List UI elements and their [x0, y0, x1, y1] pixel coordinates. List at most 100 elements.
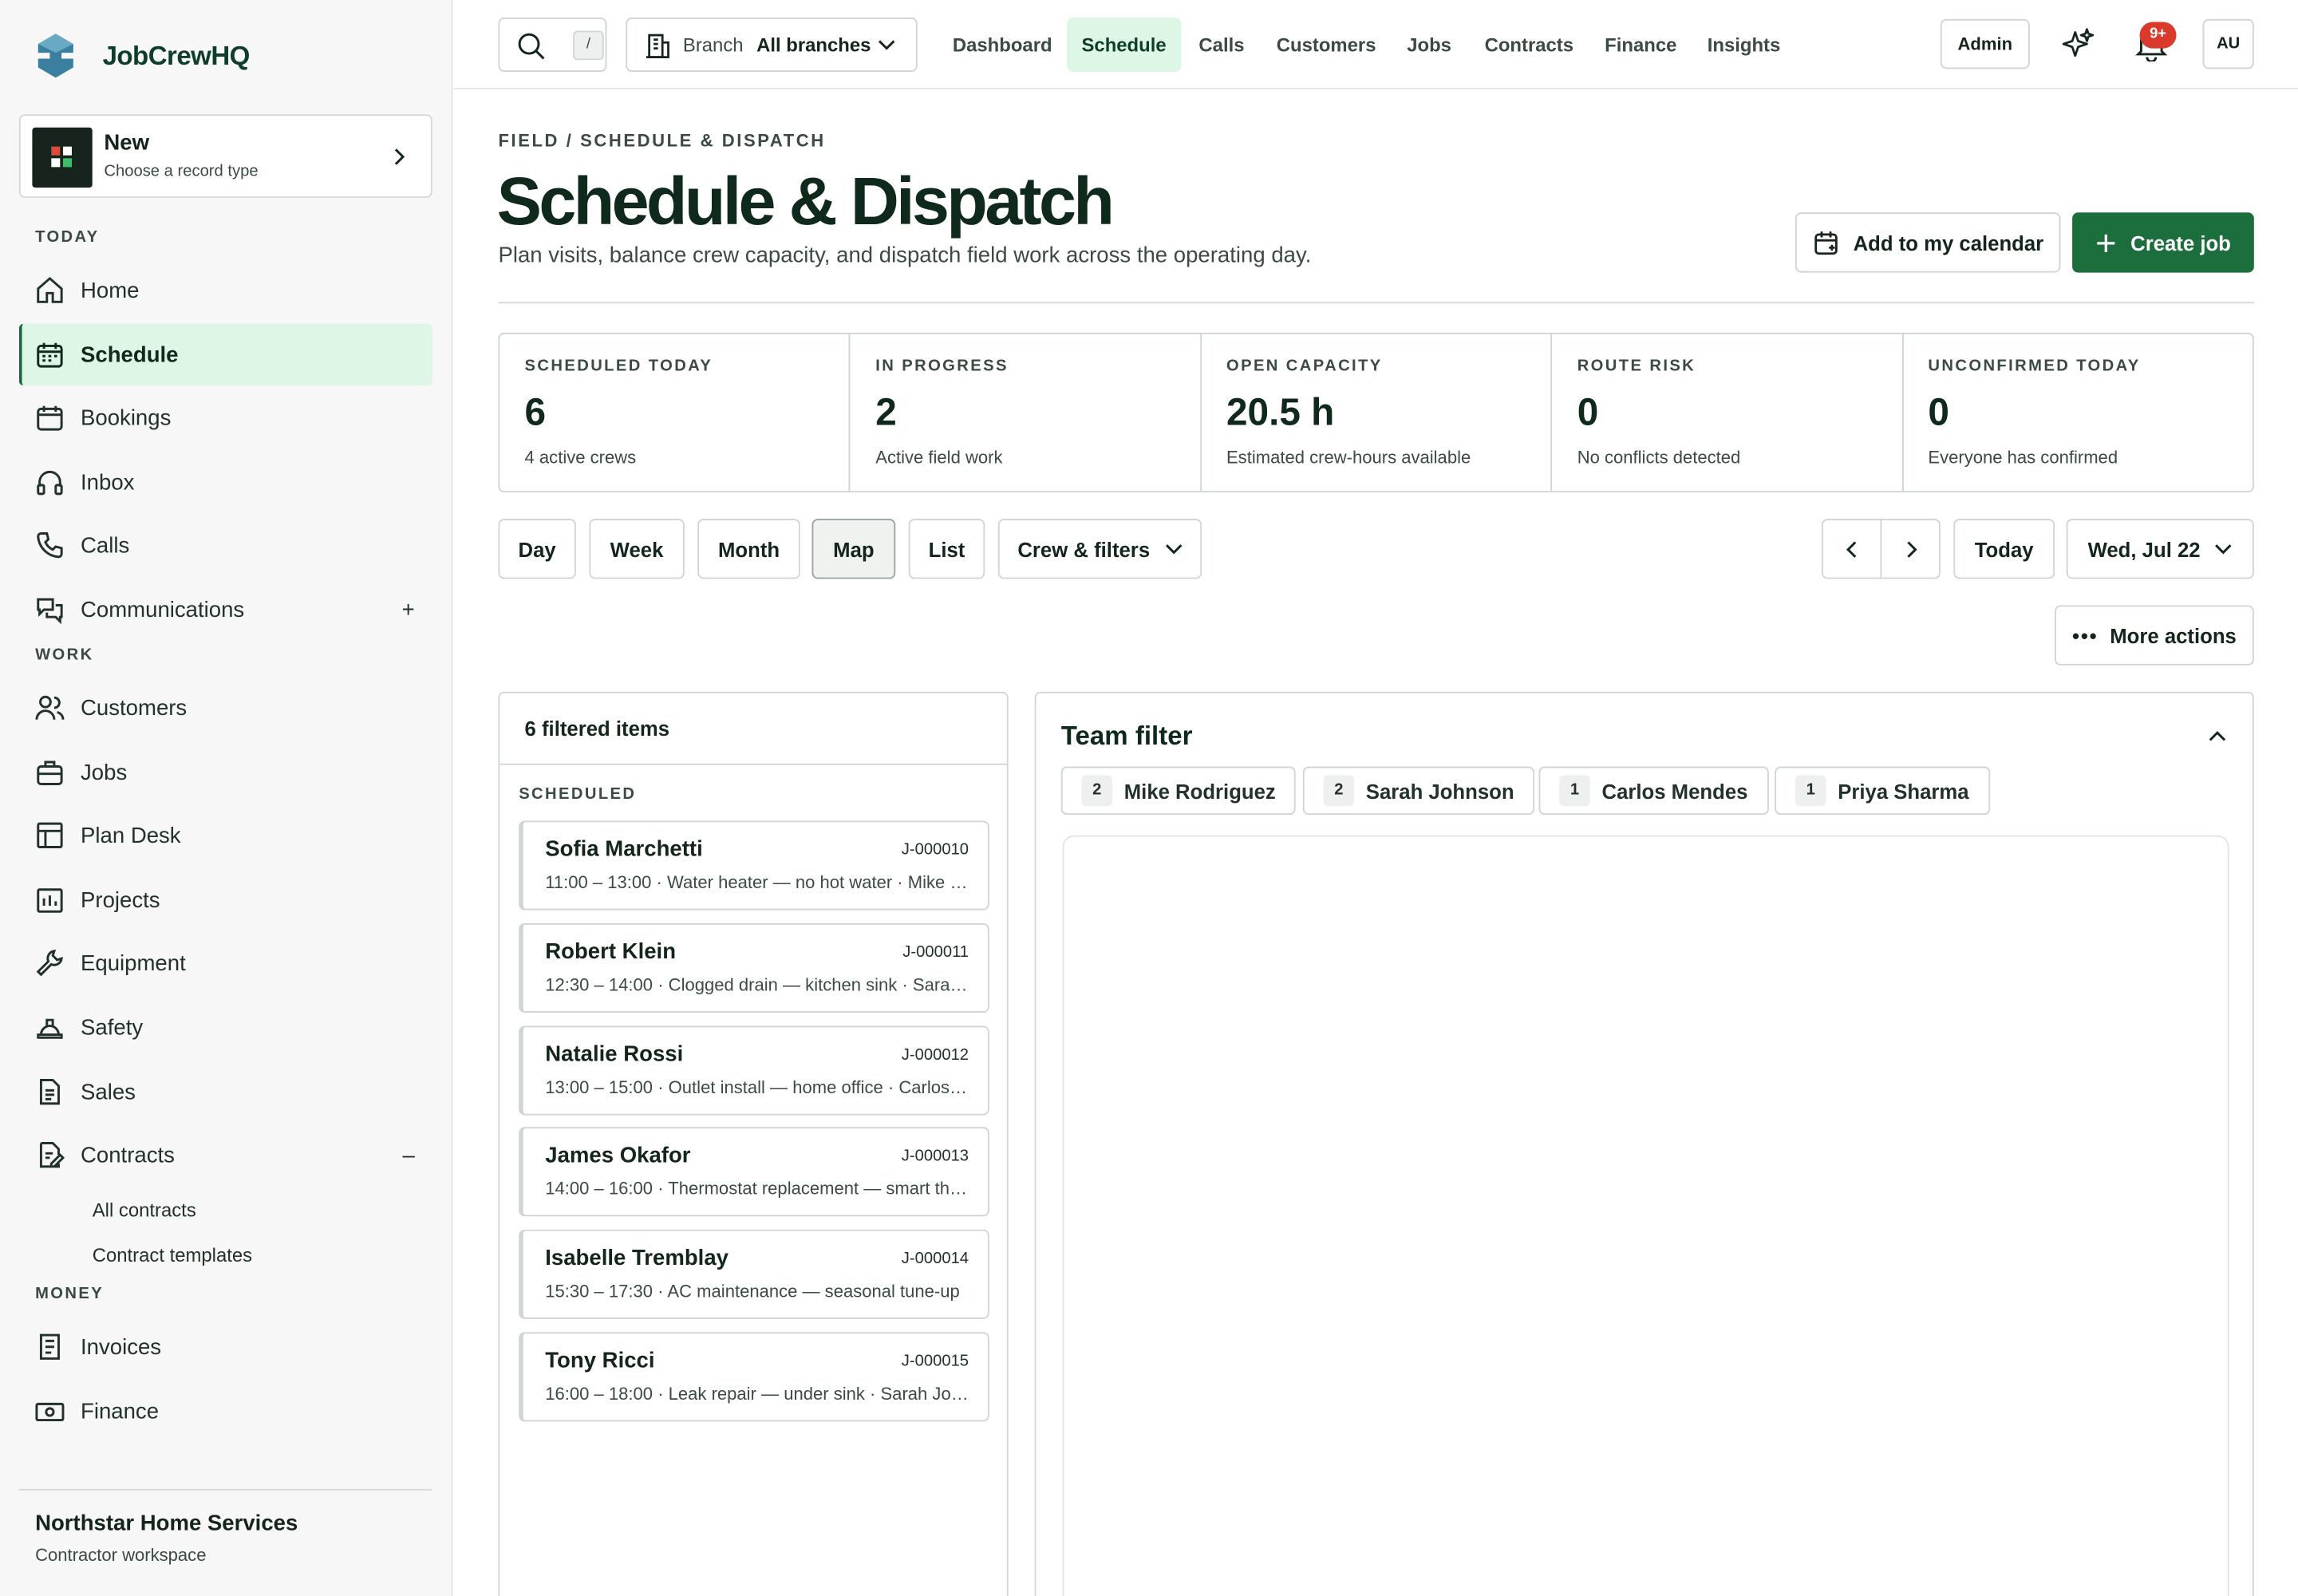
tab-insights[interactable]: Insights — [1692, 18, 1795, 72]
stat-scheduled-today: SCHEDULED TODAY 6 4 active crews — [499, 334, 851, 492]
sidebar-item-calls[interactable]: Calls — [19, 515, 432, 576]
chevron-down-icon — [1165, 543, 1182, 554]
sidebar-item-label: Communications — [81, 597, 245, 622]
sidebar-item-finance[interactable]: Finance — [19, 1381, 432, 1442]
job-card[interactable]: Isabelle Tremblay J-000014 15:30 – 17:30… — [519, 1229, 989, 1319]
chevron-down-icon — [2215, 543, 2233, 554]
sidebar-item-bookings[interactable]: Bookings — [19, 387, 432, 448]
sidebar-item-customers[interactable]: Customers — [19, 677, 432, 738]
section-money: MONEY — [35, 1285, 105, 1303]
map-canvas[interactable] — [1062, 835, 2229, 1596]
group-label: SCHEDULED — [519, 785, 637, 804]
sidebar-item-schedule[interactable]: Schedule — [18, 323, 432, 385]
sidebar-item-inbox[interactable]: Inbox — [19, 452, 432, 513]
brand-logo[interactable]: JobCrewHQ — [32, 32, 250, 79]
sidebar-item-label: Calls — [81, 532, 130, 558]
sidebar-item-sales[interactable]: Sales — [19, 1061, 432, 1123]
crew-filters-label: Crew & filters — [1017, 537, 1151, 561]
tab-finance[interactable]: Finance — [1590, 18, 1692, 72]
job-details: 14:00 – 16:00 · Thermostat replacement —… — [545, 1178, 970, 1199]
job-card[interactable]: Sofia Marchetti J-000010 11:00 – 13:00 ·… — [519, 820, 989, 911]
team-chip-priya-sharma[interactable]: 1 Priya Sharma — [1775, 766, 1990, 816]
date-picker[interactable]: Wed, Jul 22 — [2066, 519, 2254, 579]
chevron-right-icon — [394, 148, 405, 165]
job-card[interactable]: Tony Ricci J-000015 16:00 – 18:00 · Leak… — [519, 1332, 989, 1422]
sidebar-item-label: Customers — [81, 695, 188, 721]
branch-selector[interactable]: Branch All branches — [626, 18, 918, 72]
team-chip-mike-rodriguez[interactable]: 2 Mike Rodriguez — [1060, 766, 1297, 816]
view-week-button[interactable]: Week — [589, 519, 685, 579]
chevron-right-icon — [1906, 540, 1917, 557]
workspace-switcher[interactable]: Northstar Home Services Contractor works… — [18, 1488, 432, 1586]
tab-jobs[interactable]: Jobs — [1392, 18, 1466, 72]
more-actions-button[interactable]: ••• More actions — [2055, 605, 2254, 666]
sidebar-item-label: Plan Desk — [81, 823, 181, 848]
chat-icon — [37, 598, 63, 625]
banknote-icon — [35, 1402, 65, 1422]
expand-icon[interactable]: + — [402, 597, 415, 622]
chip-count: 1 — [1795, 775, 1826, 807]
phone-icon — [37, 532, 63, 559]
search-button[interactable]: / — [498, 18, 607, 72]
view-map-button[interactable]: Map — [811, 519, 896, 579]
tab-calls[interactable]: Calls — [1184, 18, 1259, 72]
sidebar-item-contracts[interactable]: Contracts – — [19, 1124, 432, 1186]
stat-value: 20.5 h — [1226, 389, 1335, 434]
wrench-icon — [36, 950, 63, 977]
view-list-button[interactable]: List — [908, 519, 985, 579]
next-day-button[interactable] — [1880, 519, 1941, 579]
chip-count: 1 — [1559, 775, 1590, 807]
sidebar-item-invoices[interactable]: Invoices — [19, 1316, 432, 1377]
add-to-calendar-button[interactable]: Add to my calendar — [1795, 212, 2061, 273]
crew-filters-button[interactable]: Crew & filters — [997, 519, 1202, 579]
job-details: 11:00 – 13:00 · Water heater — no hot wa… — [545, 871, 970, 893]
team-chip-carlos-mendes[interactable]: 1 Carlos Mendes — [1538, 766, 1769, 816]
team-chip-sarah-johnson[interactable]: 2 Sarah Johnson — [1302, 766, 1535, 816]
job-card[interactable]: James Okafor J-000013 14:00 – 16:00 · Th… — [519, 1127, 989, 1217]
tab-schedule[interactable]: Schedule — [1067, 18, 1182, 72]
create-job-button[interactable]: Create job — [2072, 212, 2254, 273]
sidebar-subitem-all-contracts[interactable]: All contracts — [93, 1199, 196, 1221]
sidebar-item-projects[interactable]: Projects — [19, 869, 432, 930]
sparkles-icon[interactable] — [2062, 28, 2095, 60]
shortcut-hint: / — [573, 30, 604, 61]
chevron-left-icon — [1846, 540, 1856, 557]
headset-icon — [37, 470, 63, 496]
chevron-up-icon[interactable] — [2209, 729, 2226, 743]
page-title: Schedule & Dispatch — [496, 162, 1115, 239]
prev-day-button[interactable] — [1822, 519, 1882, 579]
tab-contracts[interactable]: Contracts — [1470, 18, 1588, 72]
new-record-button[interactable]: New Choose a record type — [18, 114, 432, 198]
collapse-icon[interactable]: – — [402, 1143, 414, 1167]
job-card[interactable]: Natalie Rossi J-000012 13:00 – 15:00 · O… — [519, 1025, 989, 1116]
view-day-button[interactable]: Day — [498, 519, 576, 579]
users-icon — [35, 695, 65, 720]
sidebar-item-safety[interactable]: Safety — [19, 997, 432, 1058]
job-card[interactable]: Robert Klein J-000011 12:30 – 14:00 · Cl… — [519, 922, 989, 1013]
admin-button[interactable]: Admin — [1940, 18, 2030, 69]
sidebar-subitem-contract-templates[interactable]: Contract templates — [93, 1244, 252, 1266]
tab-customers[interactable]: Customers — [1262, 18, 1390, 72]
header-divider — [498, 302, 2254, 304]
stat-value: 0 — [1928, 389, 1949, 434]
stat-value: 0 — [1577, 389, 1599, 434]
sidebar-item-label: Finance — [81, 1398, 160, 1424]
topbar: / Branch All branches Dashboard Schedule… — [454, 0, 2298, 90]
sidebar-item-label: Schedule — [81, 342, 179, 368]
today-button[interactable]: Today — [1953, 519, 2055, 579]
sidebar-item-communications[interactable]: Communications + — [19, 579, 432, 640]
job-customer: Natalie Rossi — [545, 1041, 684, 1067]
page-subtitle: Plan visits, balance crew capacity, and … — [498, 243, 1312, 269]
sidebar-item-home[interactable]: Home — [19, 259, 432, 321]
tab-dashboard[interactable]: Dashboard — [938, 18, 1066, 72]
sidebar-item-plan-desk[interactable]: Plan Desk — [19, 804, 432, 866]
stat-route-risk: ROUTE RISK 0 No conflicts detected — [1552, 334, 1904, 492]
sidebar-item-jobs[interactable]: Jobs — [19, 741, 432, 803]
view-month-button[interactable]: Month — [697, 519, 800, 579]
stat-value: 6 — [524, 389, 547, 434]
section-today: TODAY — [35, 228, 100, 247]
org-name: Northstar Home Services — [35, 1511, 298, 1536]
sidebar-item-equipment[interactable]: Equipment — [19, 932, 432, 994]
job-id: J-000012 — [901, 1046, 969, 1065]
avatar[interactable]: AU — [2202, 18, 2254, 69]
